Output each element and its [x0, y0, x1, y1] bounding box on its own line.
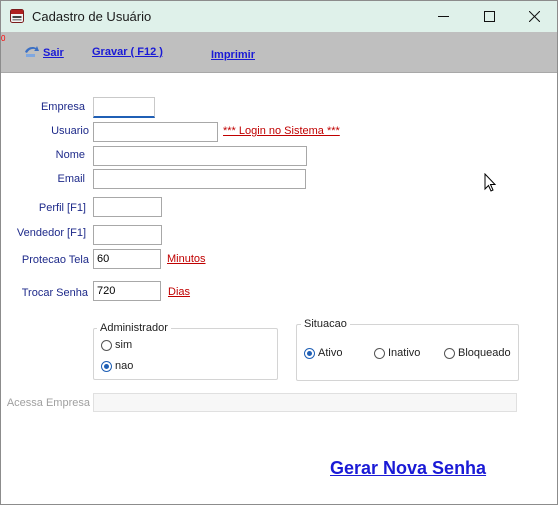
- trocar-senha-field[interactable]: [93, 281, 161, 301]
- protecao-tela-label: Protecao Tela: [21, 254, 89, 266]
- radio-unchecked-icon: [101, 339, 112, 351]
- radio-unchecked-icon: [444, 347, 455, 359]
- situacao-ativo-label: Ativo: [318, 347, 343, 359]
- exit-arrow-icon[interactable]: [23, 45, 41, 59]
- close-button[interactable]: [511, 1, 557, 32]
- toolbar: 0 Sair Gravar ( F12 ) Imprimir: [1, 32, 557, 73]
- perfil-field[interactable]: [93, 197, 162, 217]
- minimize-button[interactable]: [420, 1, 466, 32]
- administrador-nao-label: nao: [115, 360, 134, 372]
- administrador-sim-label: sim: [115, 339, 133, 351]
- radio-unchecked-icon: [374, 347, 385, 359]
- situacao-bloqueado-radio[interactable]: Bloqueado: [444, 347, 511, 359]
- minimize-icon: [437, 16, 449, 17]
- empresa-label: Empresa: [40, 101, 85, 113]
- radio-checked-icon: [304, 347, 315, 359]
- gerar-nova-senha-link[interactable]: Gerar Nova Senha: [330, 458, 486, 479]
- usuario-label: Usuario: [51, 125, 89, 137]
- protecao-tela-field[interactable]: [93, 249, 161, 269]
- administrador-group: [93, 328, 278, 380]
- mouse-cursor-icon: [484, 173, 497, 192]
- user-registration-window: Cadastro de Usuário 0 Sair Gravar ( F12 …: [0, 0, 558, 505]
- vendedor-label: Vendedor [F1]: [16, 227, 86, 239]
- close-icon: [528, 11, 540, 22]
- window-title: Cadastro de Usuário: [32, 9, 152, 24]
- vendedor-field[interactable]: [93, 225, 162, 245]
- email-field[interactable]: [93, 169, 306, 189]
- situacao-group-title: Situacao: [301, 318, 350, 330]
- gravar-link[interactable]: Gravar ( F12 ): [92, 46, 163, 58]
- administrador-group-title: Administrador: [97, 322, 171, 334]
- login-hint-link[interactable]: *** Login no Sistema ***: [223, 125, 340, 137]
- situacao-inativo-label: Inativo: [388, 347, 421, 359]
- toolbar-marker: 0: [1, 34, 6, 43]
- situacao-inativo-radio[interactable]: Inativo: [374, 347, 420, 359]
- trocar-unit-link[interactable]: Dias: [168, 286, 190, 298]
- radio-checked-icon: [101, 360, 112, 372]
- maximize-button[interactable]: [466, 1, 512, 32]
- app-window-icon: [10, 9, 24, 23]
- nome-field[interactable]: [93, 146, 307, 166]
- nome-label: Nome: [55, 149, 85, 161]
- protecao-unit-link[interactable]: Minutos: [167, 253, 206, 265]
- perfil-label: Perfil [F1]: [38, 202, 86, 214]
- usuario-field[interactable]: [93, 122, 218, 142]
- acessa-empresa-label: Acessa Empresa: [6, 397, 90, 409]
- email-label: Email: [57, 173, 85, 185]
- situacao-ativo-radio[interactable]: Ativo: [304, 347, 342, 359]
- acessa-empresa-field: [93, 393, 517, 412]
- title-bar: Cadastro de Usuário: [1, 1, 557, 32]
- sair-link[interactable]: Sair: [43, 47, 64, 59]
- imprimir-link[interactable]: Imprimir: [211, 49, 255, 61]
- administrador-sim-radio[interactable]: sim: [101, 339, 132, 351]
- maximize-icon: [483, 11, 495, 22]
- administrador-nao-radio[interactable]: nao: [101, 360, 133, 372]
- trocar-senha-label: Trocar Senha: [21, 287, 88, 299]
- situacao-bloqueado-label: Bloqueado: [458, 347, 511, 359]
- empresa-field[interactable]: [93, 97, 155, 118]
